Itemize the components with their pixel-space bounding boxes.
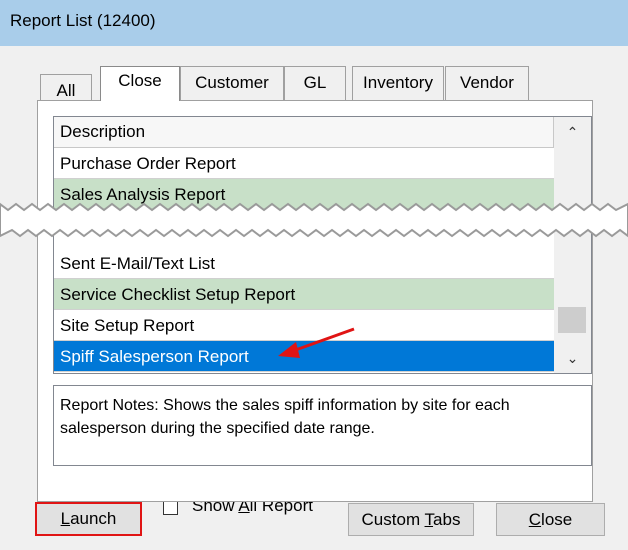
list-item-label: Spiff Salesperson Report [60,347,249,366]
custom-tabs-label-mnemonic: T [424,510,434,529]
tab-inventory-label: Inventory [363,73,433,92]
launch-label-post: aunch [70,509,117,528]
list-item[interactable]: Sent E-Mail/Text List [54,248,554,279]
list-item-label: Purchase Order Report [60,154,236,173]
report-list-window: Report List (12400) All Close Customer G… [0,0,628,550]
column-header-description[interactable]: Description [54,117,554,148]
list-item-label: Service Checklist Setup Report [60,285,296,304]
tab-vendor[interactable]: Vendor [445,66,529,101]
tab-gl[interactable]: GL [284,66,346,101]
close-label-post: lose [541,510,573,529]
custom-tabs-button[interactable]: Custom Tabs [348,503,474,536]
torn-edge-break [0,202,628,238]
vertical-scrollbar[interactable]: ⌃ ⌄ [554,117,591,373]
custom-tabs-label-post: abs [433,510,461,529]
tab-customer-label: Customer [195,73,269,92]
red-arrow-icon [278,327,355,358]
list-item[interactable]: Service Checklist Setup Report [54,279,554,310]
list-item-label: Site Setup Report [60,316,195,335]
close-label-mnemonic: C [528,510,542,529]
tab-close-label: Close [118,71,162,90]
title-bar[interactable]: Report List (12400) [0,0,628,46]
chevron-down-icon[interactable]: ⌄ [554,343,591,373]
tab-vendor-label: Vendor [460,73,514,92]
close-button[interactable]: Close [496,503,605,536]
tab-inventory[interactable]: Inventory [352,66,444,101]
tab-close[interactable]: Close [100,66,180,101]
tab-all[interactable]: All [40,74,92,101]
launch-button[interactable]: Launch [35,502,142,536]
tab-gl-label: GL [303,73,327,92]
launch-label-mnemonic: L [60,509,71,528]
tab-customer[interactable]: Customer [180,66,284,101]
list-item[interactable]: Purchase Order Report [54,148,554,179]
tab-all-label: All [56,81,76,100]
show-all-report-checkbox[interactable] [163,500,178,515]
chevron-up-icon[interactable]: ⌃ [554,117,591,147]
scrollbar-thumb[interactable] [558,307,586,333]
report-notes: Report Notes: Shows the sales spiff info… [53,385,592,466]
column-header-label: Description [60,122,146,141]
custom-tabs-label-pre: Custom [361,510,425,529]
window-title: Report List (12400) [10,11,156,30]
list-item-label: Sent E-Mail/Text List [60,254,215,273]
